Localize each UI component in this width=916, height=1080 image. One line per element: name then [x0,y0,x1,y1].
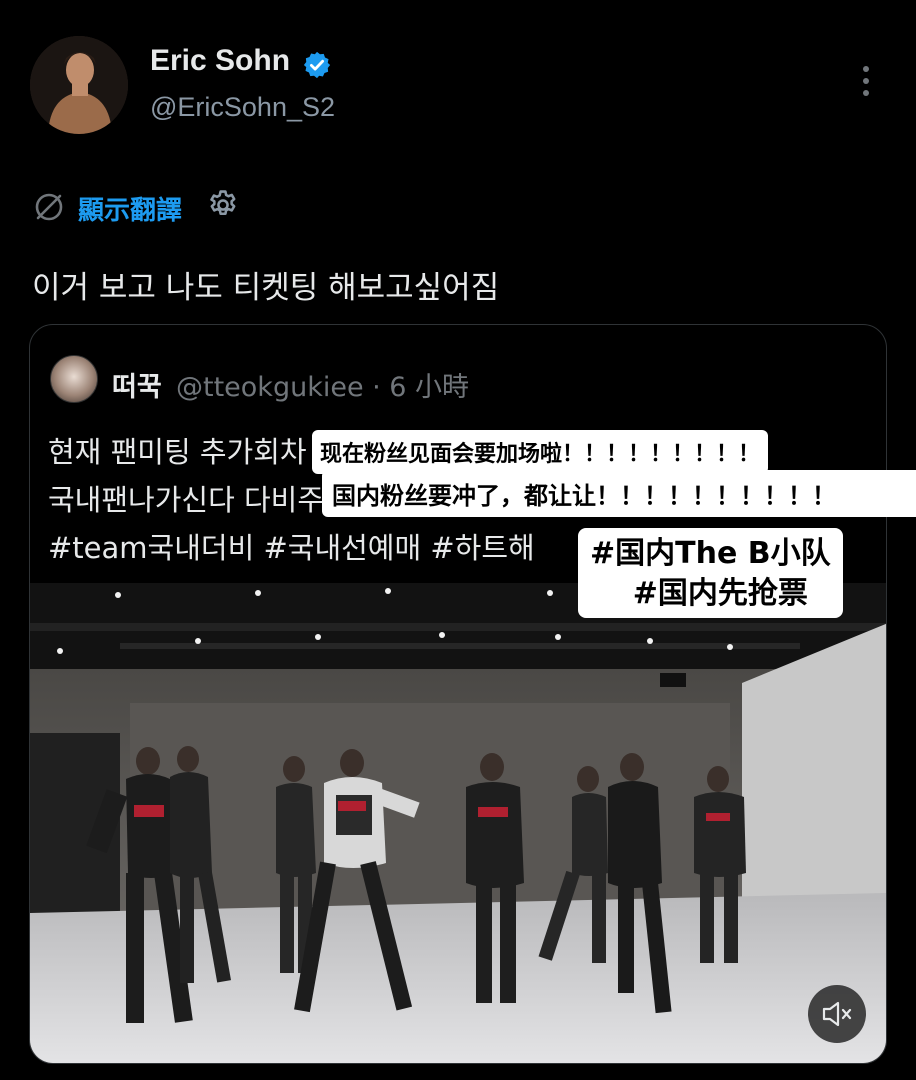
quoted-text-line-1: 현재 팬미팅 추가회차 [48,435,307,469]
video-player[interactable] [30,583,886,1063]
caption-overlay-2: 国内粉丝要冲了，都让让！！！！！！！！！！ [322,470,916,517]
caption-hashtag-line-2: #国内先抢票 [632,576,808,611]
verified-badge-icon [303,51,331,79]
caption-hashtag-line-1: #国内The B小队 [590,536,831,571]
tweet-text: 이거 보고 나도 티켓팅 해보고싶어짐 [32,270,500,306]
author-name[interactable]: Eric Sohn [150,44,290,78]
quoted-author-name[interactable]: 떠꾹 [112,365,162,404]
gear-icon[interactable] [206,188,240,222]
more-options-icon[interactable] [856,66,876,104]
quoted-text-hashtags[interactable]: #team국내더비 #국내선예매 #하트해 [48,525,535,567]
caption-overlay-1: 现在粉丝见面会要加场啦！！！！！！！！！ [312,430,769,474]
quoted-text-line-2: 국내팬나가신다 다비주 [48,483,325,517]
dance-practice-video-frame [30,583,886,1063]
quoted-author-meta: @tteokgukiee · 6 小時 [176,372,470,403]
author-avatar[interactable] [30,36,128,134]
quoted-author-avatar[interactable] [50,355,98,403]
show-translation-link[interactable]: 顯示翻譯 [78,190,182,227]
post-screen: Eric Sohn @EricSohn_S2 顯示翻譯 이거 보고 나도 티켓팅… [0,0,916,1080]
translate-icon [35,193,63,221]
caption-overlay-hashtags: #国内The B小队 #国内先抢票 [578,528,843,618]
author-handle[interactable]: @EricSohn_S2 [150,92,335,123]
speaker-muted-icon[interactable] [808,985,866,1043]
